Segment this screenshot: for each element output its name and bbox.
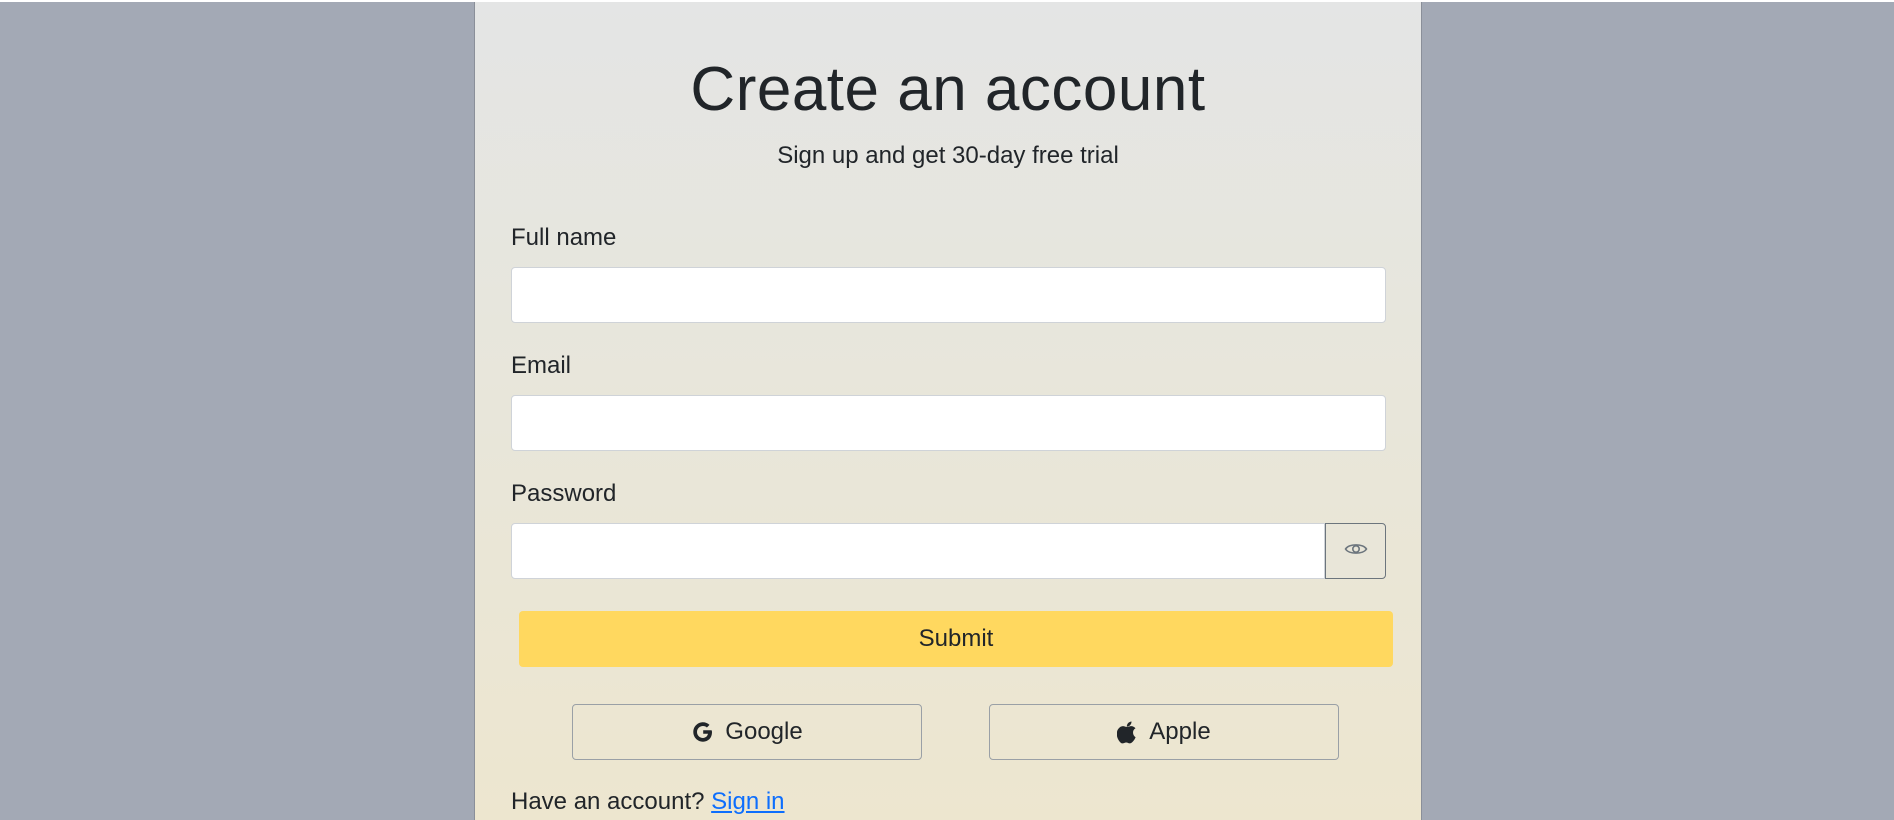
signin-prompt: Have an account? Sign in xyxy=(511,788,785,816)
signup-card: Create an account Sign up and get 30-day… xyxy=(474,2,1422,820)
password-input[interactable] xyxy=(511,523,1325,579)
password-visibility-toggle[interactable] xyxy=(1325,523,1386,579)
google-button-label: Google xyxy=(725,718,803,745)
email-input[interactable] xyxy=(511,395,1386,451)
apple-signin-button[interactable]: Apple xyxy=(989,704,1339,760)
full-name-input[interactable] xyxy=(511,267,1386,323)
apple-button-label: Apple xyxy=(1149,718,1211,745)
password-label: Password xyxy=(511,480,617,507)
page-title: Create an account xyxy=(690,55,1206,124)
signin-prompt-text: Have an account? xyxy=(511,788,705,815)
signin-link[interactable]: Sign in xyxy=(711,788,784,815)
page-subtitle: Sign up and get 30-day free trial xyxy=(777,142,1119,169)
submit-button[interactable]: Submit xyxy=(519,611,1393,667)
google-icon xyxy=(691,720,715,744)
eye-icon xyxy=(1344,541,1368,562)
apple-icon xyxy=(1117,720,1139,744)
google-signin-button[interactable]: Google xyxy=(572,704,922,760)
email-label: Email xyxy=(511,352,572,379)
full-name-label: Full name xyxy=(511,224,617,251)
